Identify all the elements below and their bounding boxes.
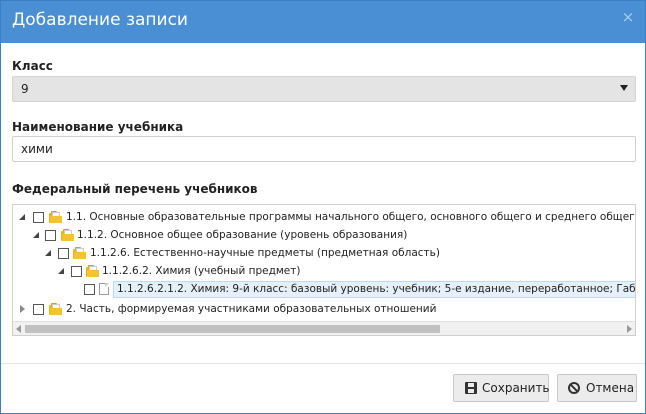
folder-icon: [49, 303, 62, 315]
tree-node: 1.1.2. Основное общее образование (урове…: [13, 227, 635, 245]
folder-icon: [61, 229, 74, 241]
footer-divider: [1, 363, 645, 364]
dialog-title: Добавление записи: [12, 10, 188, 30]
scroll-right-icon[interactable]: [627, 325, 632, 333]
tree-node: 1.1.2.6.2.1.2. Химия: 9-й класс: базовый…: [13, 281, 635, 299]
tree-node-label[interactable]: 1.1.2.6. Естественно-научные предметы (п…: [90, 247, 440, 259]
tree-node-label[interactable]: 2. Часть, формируемая участниками образо…: [66, 303, 436, 315]
file-icon: [99, 283, 109, 295]
save-button[interactable]: Сохранить: [453, 374, 550, 402]
chevron-down-icon: [620, 85, 628, 91]
tree-node: 2. Часть, формируемая участниками образо…: [13, 301, 635, 319]
cancel-button[interactable]: Отмена: [557, 374, 637, 402]
tree-node-checkbox[interactable]: [33, 212, 44, 223]
floppy-disk-icon: [465, 382, 477, 394]
textbook-name-label: Наименование учебника: [12, 120, 184, 134]
textbook-name-input[interactable]: [12, 136, 636, 162]
folder-icon: [73, 247, 86, 259]
tree-node-checkbox[interactable]: [33, 304, 44, 315]
ban-icon: [568, 382, 580, 394]
tree-node-checkbox[interactable]: [45, 230, 56, 241]
scrollbar-thumb[interactable]: [25, 325, 440, 333]
add-record-dialog: Добавление записи × Класс 9 Наименование…: [0, 0, 646, 414]
expand-toggle-icon[interactable]: [33, 231, 41, 240]
scroll-left-icon[interactable]: [16, 325, 21, 333]
tree-node-label[interactable]: 1.1.2. Основное общее образование (урове…: [77, 229, 407, 241]
folder-icon: [86, 265, 99, 277]
tree-node: 1.1.2.6.2. Химия (учебный предмет): [13, 263, 635, 281]
tree-node-label[interactable]: 1.1. Основные образовательные программы …: [66, 211, 635, 223]
dialog-header: Добавление записи ×: [1, 1, 645, 43]
federal-list-label: Федеральный перечень учебников: [12, 182, 258, 196]
tree-node-checkbox[interactable]: [71, 266, 82, 277]
save-button-label: Сохранить: [482, 381, 550, 395]
tree-node: 1.1.2.6. Естественно-научные предметы (п…: [13, 245, 635, 263]
horizontal-scrollbar[interactable]: [13, 321, 635, 335]
close-icon[interactable]: ×: [621, 10, 635, 25]
tree-node: 1.1. Основные образовательные программы …: [13, 209, 635, 227]
expand-toggle-icon[interactable]: [58, 267, 66, 276]
tree-node-label-selected[interactable]: 1.1.2.6.2.1.2. Химия: 9-й класс: базовый…: [113, 281, 635, 298]
tree-node-checkbox[interactable]: [58, 248, 69, 259]
collapse-toggle-icon[interactable]: [19, 305, 27, 314]
expand-toggle-icon[interactable]: [19, 213, 27, 222]
class-select-value: 9: [21, 82, 29, 96]
expand-toggle-icon[interactable]: [45, 249, 53, 258]
class-label: Класс: [12, 59, 53, 73]
cancel-button-label: Отмена: [586, 381, 635, 395]
federal-list-tree: 1.1. Основные образовательные программы …: [12, 204, 636, 336]
class-select[interactable]: 9: [12, 76, 636, 102]
tree-node-checkbox[interactable]: [84, 284, 95, 295]
tree-node-label[interactable]: 1.1.2.6.2. Химия (учебный предмет): [102, 265, 300, 277]
folder-icon: [49, 211, 62, 223]
